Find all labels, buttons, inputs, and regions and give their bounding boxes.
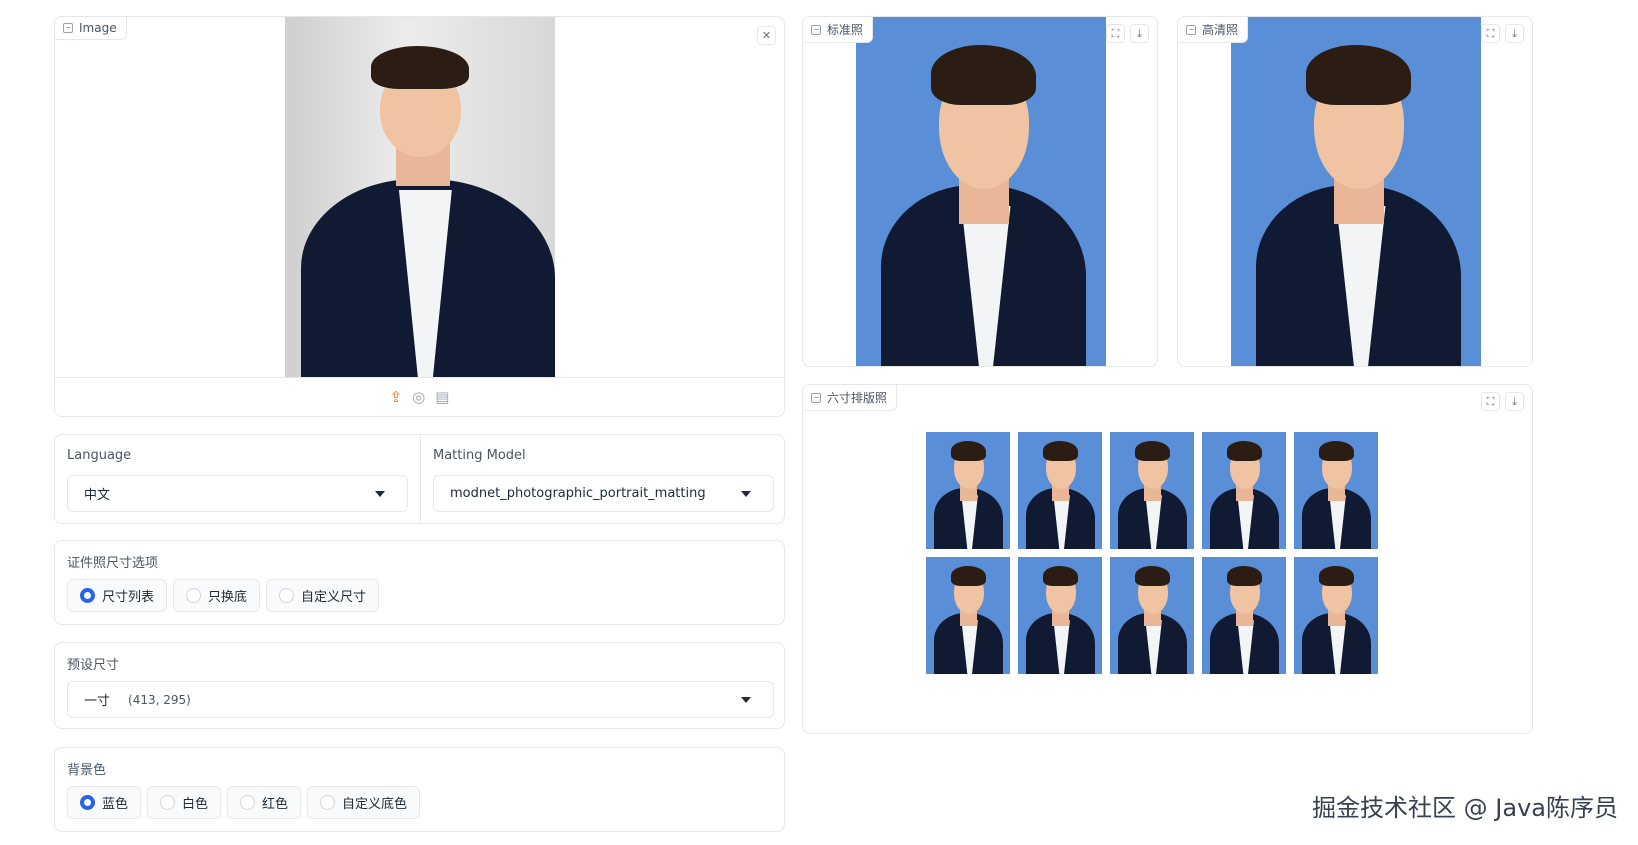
language-select[interactable]: 中文 xyxy=(67,475,408,512)
input-photo xyxy=(285,17,555,377)
image-icon xyxy=(63,23,73,33)
layout-thumbnail xyxy=(926,432,1010,549)
language-value: 中文 xyxy=(84,488,111,503)
layout-thumbnail xyxy=(1110,432,1194,549)
radio-bg-only[interactable]: 只换底 xyxy=(173,579,261,612)
hd-photo xyxy=(1231,17,1481,366)
size-options-label: 证件照尺寸选项 xyxy=(67,556,159,571)
radio-custom-color[interactable]: 自定义底色 xyxy=(307,786,421,819)
radio-custom-size[interactable]: 自定义尺寸 xyxy=(266,579,380,612)
fullscreen-icon[interactable]: ⛶ xyxy=(1481,392,1500,411)
layout-thumbnail xyxy=(1294,557,1378,674)
standard-photo-panel: 标准照 ⛶ ⤓ xyxy=(802,16,1158,367)
divider xyxy=(420,435,421,523)
chevron-down-icon xyxy=(375,491,385,497)
download-icon[interactable]: ⤓ xyxy=(1505,392,1524,411)
layout-thumbnail xyxy=(1018,432,1102,549)
input-image-panel: Image ✕ ⇪ ◎ ▤ xyxy=(54,16,785,417)
layout-photo-grid xyxy=(926,432,1378,674)
download-icon[interactable]: ⤓ xyxy=(1505,24,1524,43)
preset-size-value: 一寸 xyxy=(84,694,111,709)
radio-size-list[interactable]: 尺寸列表 xyxy=(67,579,168,612)
matting-model-select[interactable]: modnet_photographic_portrait_matting xyxy=(433,475,774,512)
fullscreen-icon[interactable]: ⛶ xyxy=(1106,24,1125,43)
language-label: Language xyxy=(67,448,132,463)
layout-photo-label: 六寸排版照 xyxy=(803,385,898,411)
chevron-down-icon xyxy=(741,491,751,497)
size-options-radio-group: 尺寸列表 只换底 自定义尺寸 xyxy=(67,579,380,612)
bg-color-radio-group: 蓝色 白色 红色 自定义底色 xyxy=(67,786,421,819)
standard-photo-label: 标准照 xyxy=(803,17,874,43)
bg-color-label: 背景色 xyxy=(67,763,107,778)
hd-photo-label: 高清照 xyxy=(1178,17,1249,43)
fullscreen-icon[interactable]: ⛶ xyxy=(1481,24,1500,43)
image-icon xyxy=(811,24,821,35)
layout-thumbnail xyxy=(1018,557,1102,674)
radio-white[interactable]: 白色 xyxy=(147,786,222,819)
preset-size-dims: (413, 295) xyxy=(128,692,191,707)
standard-photo xyxy=(856,17,1106,366)
radio-red[interactable]: 红色 xyxy=(227,786,302,819)
input-image-label-text: Image xyxy=(79,21,117,35)
radio-blue[interactable]: 蓝色 xyxy=(67,786,142,819)
preset-size-label: 预设尺寸 xyxy=(67,658,120,673)
size-options-block: 证件照尺寸选项 尺寸列表 只换底 自定义尺寸 xyxy=(54,540,785,625)
close-icon[interactable]: ✕ xyxy=(757,26,776,45)
layout-thumbnail xyxy=(1110,557,1194,674)
matting-model-label: Matting Model xyxy=(433,448,526,463)
chevron-down-icon xyxy=(741,697,751,703)
layout-thumbnail xyxy=(1202,432,1286,549)
bg-color-block: 背景色 蓝色 白色 红色 自定义底色 xyxy=(54,747,785,832)
image-icon xyxy=(811,392,821,403)
clipboard-icon[interactable]: ▤ xyxy=(435,388,449,406)
source-toolbar: ⇪ ◎ ▤ xyxy=(55,377,784,416)
image-icon xyxy=(1186,24,1196,35)
layout-photo-label-text: 六寸排版照 xyxy=(827,391,888,405)
upload-icon[interactable]: ⇪ xyxy=(390,388,403,406)
watermark-text: 掘金技术社区 @ Java陈序员 xyxy=(1312,794,1618,822)
language-model-block: Language 中文 Matting Model modnet_photogr… xyxy=(54,434,785,524)
layout-thumbnail xyxy=(1294,432,1378,549)
webcam-icon[interactable]: ◎ xyxy=(412,388,425,406)
layout-thumbnail xyxy=(1202,557,1286,674)
matting-model-value: modnet_photographic_portrait_matting xyxy=(450,486,706,501)
layout-thumbnail xyxy=(926,557,1010,674)
hd-photo-panel: 高清照 ⛶ ⤓ xyxy=(1177,16,1533,367)
preset-size-select[interactable]: 一寸 (413, 295) xyxy=(67,681,774,718)
preset-size-block: 预设尺寸 一寸 (413, 295) xyxy=(54,642,785,729)
standard-photo-label-text: 标准照 xyxy=(827,23,864,37)
layout-photo-panel: 六寸排版照 ⛶ ⤓ xyxy=(802,384,1533,734)
hd-photo-label-text: 高清照 xyxy=(1202,23,1239,37)
download-icon[interactable]: ⤓ xyxy=(1130,24,1149,43)
input-image-label: Image xyxy=(55,17,127,40)
